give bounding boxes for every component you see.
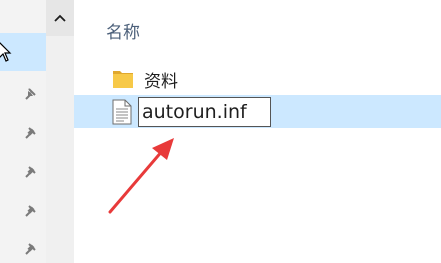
pin-icon[interactable] [23,242,37,256]
nav-scrollbar[interactable] [46,0,74,263]
pin-icon[interactable] [23,87,37,101]
mouse-cursor-icon [0,42,12,62]
folder-name[interactable]: 资料 [144,67,178,92]
scroll-up-button[interactable] [46,0,74,36]
pin-icon[interactable] [23,204,37,218]
pin-icon[interactable] [23,126,37,140]
folder-icon [113,71,133,88]
name-column-header[interactable]: 名称 [106,18,140,43]
text-file-icon [112,99,132,125]
chevron-up-icon [54,14,66,22]
pin-icon[interactable] [23,165,37,179]
rename-input[interactable] [138,97,271,127]
scroll-track[interactable] [46,36,74,263]
nav-item-selected[interactable] [0,33,46,71]
navigation-pane [0,0,46,263]
